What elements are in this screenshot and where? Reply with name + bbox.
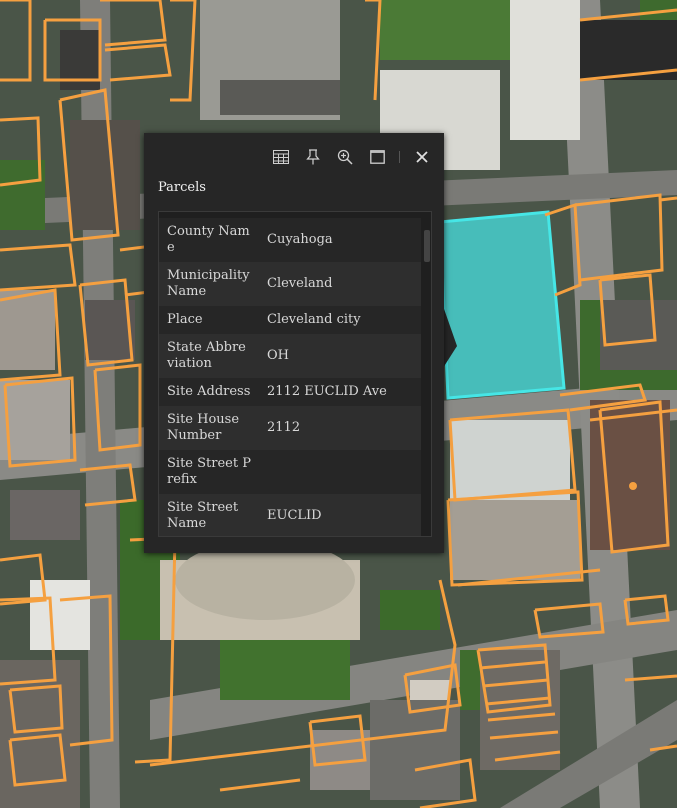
- attribute-value: Cleveland city: [267, 312, 361, 327]
- popup-pointer: [443, 306, 457, 368]
- attribute-row: Municipality Name Cleveland: [159, 262, 421, 306]
- attribute-key: Site Street Prefix: [167, 456, 251, 487]
- attribute-key: Site Street Name: [167, 500, 239, 531]
- parcel-popup: Parcels County Name Cuyahoga Municipality …: [144, 133, 444, 553]
- attribute-key: County Name: [167, 224, 250, 255]
- attribute-row: Site Street Prefix: [159, 450, 421, 494]
- toolbar-separator: [399, 151, 400, 163]
- attribute-row: Site Address 2112 EUCLID Ave: [159, 378, 421, 406]
- popup-title: Parcels: [158, 180, 206, 195]
- scrollbar[interactable]: [424, 226, 430, 536]
- attribute-table-container[interactable]: County Name Cuyahoga Municipality Name Clev…: [158, 211, 432, 537]
- pin-icon[interactable]: [303, 147, 323, 167]
- popup-toolbar: [271, 147, 432, 167]
- attribute-row: Place Cleveland city: [159, 306, 421, 334]
- attribute-key: Municipality Name: [167, 268, 250, 299]
- scrollbar-thumb[interactable]: [424, 230, 430, 262]
- attribute-row: Site House Number 2112: [159, 406, 421, 450]
- attribute-value: 2112: [267, 420, 301, 435]
- attribute-row: State Abbreviation OH: [159, 334, 421, 378]
- zoom-to-icon[interactable]: [335, 147, 355, 167]
- maximize-icon[interactable]: [367, 147, 387, 167]
- attribute-value: EUCLID: [267, 508, 322, 523]
- attribute-value: 2112 EUCLID Ave: [267, 384, 387, 399]
- attribute-value: OH: [267, 348, 289, 363]
- attribute-row: Site Street Name EUCLID: [159, 494, 421, 536]
- close-icon[interactable]: [412, 147, 432, 167]
- attribute-value: Cuyahoga: [267, 232, 333, 247]
- attribute-row: County Name Cuyahoga: [159, 218, 421, 262]
- attribute-key: State Abbreviation: [167, 340, 246, 371]
- table-icon[interactable]: [271, 147, 291, 167]
- attribute-value: [259, 450, 421, 494]
- attribute-key: Place: [167, 312, 203, 327]
- attribute-key: Site House Number: [167, 412, 240, 443]
- attribute-key: Site Address: [167, 384, 251, 399]
- attribute-value: Cleveland: [267, 276, 333, 291]
- attribute-table: County Name Cuyahoga Municipality Name Clev…: [159, 218, 421, 536]
